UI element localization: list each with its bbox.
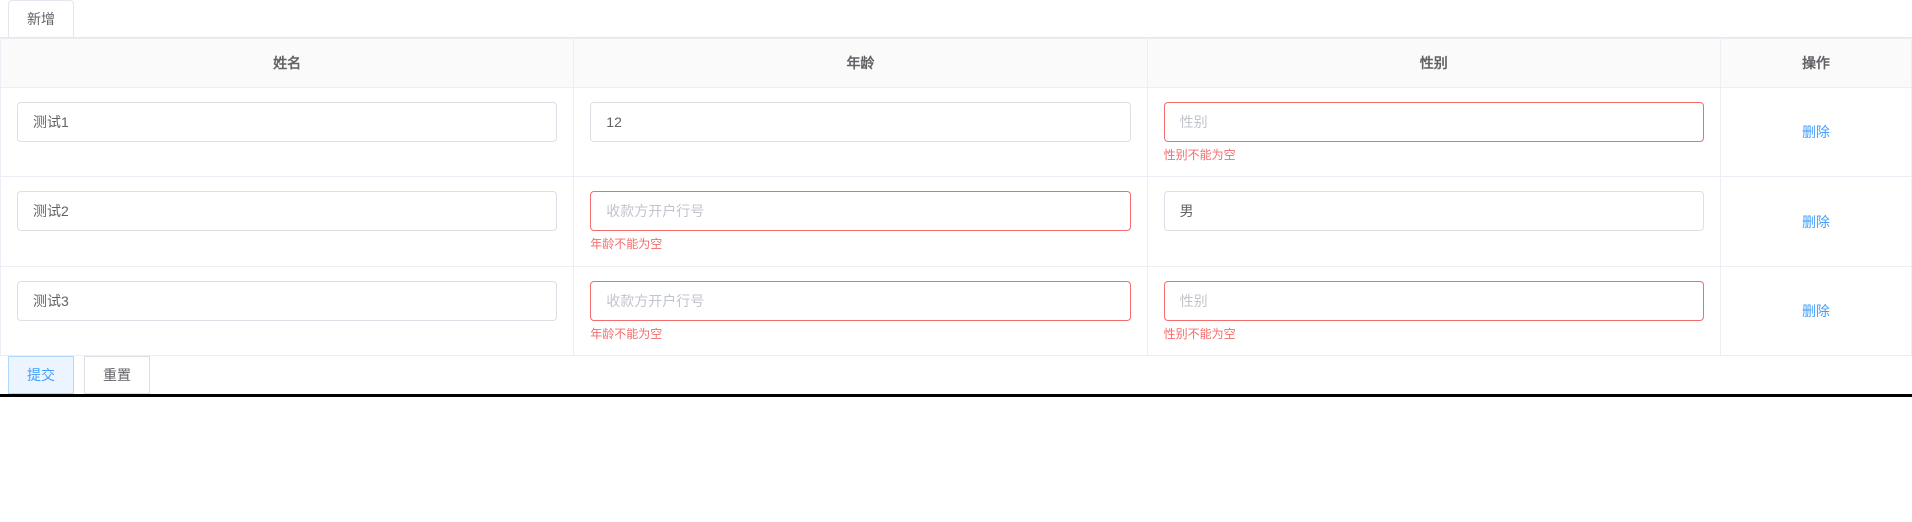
delete-button[interactable]: 删除 (1802, 301, 1830, 321)
gender-input[interactable] (1164, 102, 1704, 142)
name-input[interactable] (17, 102, 557, 142)
age-input[interactable] (590, 191, 1130, 231)
age-input[interactable] (590, 281, 1130, 321)
age-error-msg: 年龄不能为空 (590, 237, 1130, 251)
delete-button[interactable]: 删除 (1802, 212, 1830, 232)
submit-button[interactable]: 提交 (8, 356, 74, 394)
header-age: 年龄 (574, 39, 1147, 88)
tab-bar: 新增 (0, 0, 1912, 38)
add-tab[interactable]: 新增 (8, 0, 74, 37)
name-input[interactable] (17, 191, 557, 231)
form-table: 姓名 年龄 性别 操作 性别不能为空 删除 (0, 38, 1912, 356)
header-gender: 性别 (1147, 39, 1720, 88)
table-row: 年龄不能为空 性别不能为空 删除 (1, 266, 1912, 355)
gender-input[interactable] (1164, 281, 1704, 321)
reset-button[interactable]: 重置 (84, 356, 150, 394)
footer: 提交 重置 (0, 356, 1912, 394)
gender-error-msg: 性别不能为空 (1164, 148, 1704, 162)
table-row: 性别不能为空 删除 (1, 88, 1912, 177)
header-name: 姓名 (1, 39, 574, 88)
age-error-msg: 年龄不能为空 (590, 327, 1130, 341)
gender-input[interactable] (1164, 191, 1704, 231)
header-action: 操作 (1720, 39, 1911, 88)
table-row: 年龄不能为空 删除 (1, 177, 1912, 266)
gender-error-msg: 性别不能为空 (1164, 327, 1704, 341)
delete-button[interactable]: 删除 (1802, 122, 1830, 142)
age-input[interactable] (590, 102, 1130, 142)
name-input[interactable] (17, 281, 557, 321)
